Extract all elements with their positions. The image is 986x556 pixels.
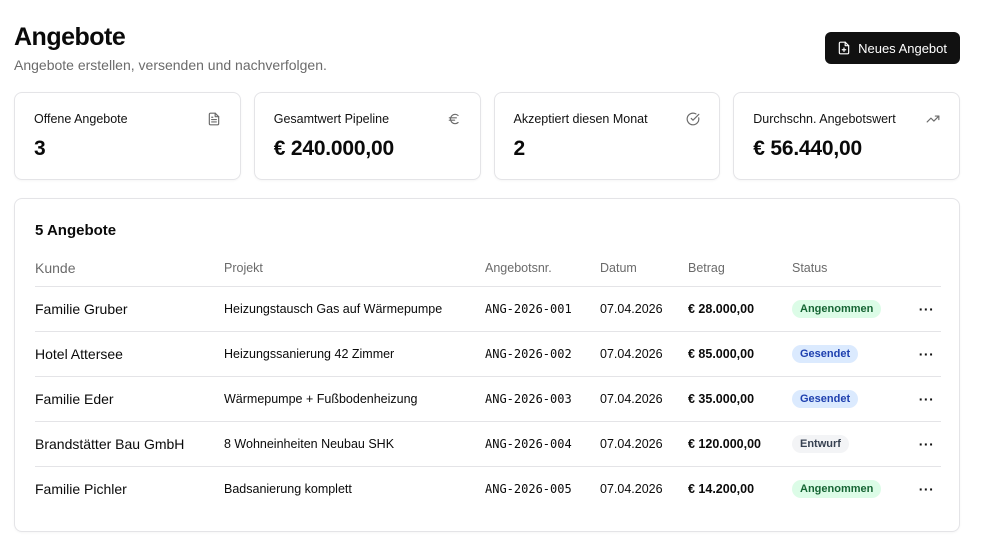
trending-up-icon	[926, 112, 940, 126]
cell-status: Gesendet	[792, 376, 912, 422]
new-offer-button-label: Neues Angebot	[858, 40, 947, 56]
table-row[interactable]: Brandstätter Bau GmbH 8 Wohneinheiten Ne…	[35, 421, 941, 467]
cell-angebotsnr: ANG-2026-003	[485, 376, 600, 422]
stat-value: € 240.000,00	[273, 137, 394, 160]
status-badge: Angenommen	[792, 479, 882, 498]
cell-betrag: € 35.000,00	[688, 376, 792, 422]
column-header-projekt: Projekt	[224, 251, 485, 287]
page-subtitle: Angebote erstellen, versenden und nachve…	[14, 57, 327, 73]
column-header-actions	[912, 251, 941, 287]
cell-angebotsnr: ANG-2026-005	[485, 481, 572, 496]
status-badge: Angenommen	[792, 299, 882, 318]
stat-card-average-value: Durchschn. Angebotswert € 56.440,00	[733, 92, 960, 180]
stats-row: Offene Angebote 3 Gesamtwert Pipeline € …	[14, 92, 960, 180]
cell-betrag: € 28.000,00	[688, 286, 792, 332]
status-badge: Gesendet	[792, 389, 859, 408]
stat-card-accepted-month: Akzeptiert diesen Monat 2	[493, 92, 721, 180]
cell-kunde: Familie Eder	[35, 376, 224, 422]
more-actions-icon[interactable]: ···	[915, 481, 939, 497]
cell-kunde: Brandstätter Bau GmbH	[35, 421, 224, 467]
stat-value: € 56.440,00	[753, 137, 862, 160]
column-header-datum: Datum	[600, 251, 688, 287]
cell-kunde: Familie Gruber	[35, 286, 224, 332]
cell-angebotsnr: ANG-2026-001	[485, 286, 600, 332]
cell-projekt: Heizungssanierung 42 Zimmer	[224, 331, 485, 377]
table-title: 5 Angebote	[35, 222, 117, 239]
cell-projekt: Wärmepumpe + Fußbodenheizung	[224, 376, 485, 422]
cell-actions: ···	[912, 331, 941, 377]
document-icon	[207, 112, 221, 126]
table-row[interactable]: Familie Eder Wärmepumpe + Fußbodenheizun…	[35, 376, 941, 422]
cell-betrag: € 14.200,00	[688, 481, 755, 496]
column-header-kunde: Kunde	[35, 251, 224, 287]
cell-datum: 07.04.2026	[600, 376, 688, 422]
stat-label: Durchschn. Angebotswert	[753, 112, 896, 126]
cell-actions: ···	[912, 421, 941, 467]
file-plus-icon	[838, 41, 850, 55]
cell-status: Entwurf	[792, 421, 912, 467]
table-header-row: Kunde Projekt Angebotsnr. Datum Betrag S…	[35, 251, 941, 287]
table-row[interactable]: Familie Pichler Badsanierung komplett AN…	[35, 466, 941, 511]
offers-table-card: 5 Angebote Kunde Projekt Angebotsnr. Dat…	[14, 198, 960, 532]
stat-label: Akzeptiert diesen Monat	[513, 112, 648, 126]
cell-status: Angenommen	[792, 466, 912, 511]
more-actions-icon[interactable]: ···	[915, 346, 939, 362]
column-header-betrag: Betrag	[688, 251, 792, 287]
new-offer-button[interactable]: Neues Angebot	[825, 32, 960, 64]
cell-projekt: Heizungstausch Gas auf Wärmepumpe	[224, 286, 485, 332]
cell-projekt: Badsanierung komplett	[224, 481, 352, 496]
cell-actions: ···	[912, 286, 941, 332]
table-row[interactable]: Hotel Attersee Heizungssanierung 42 Zimm…	[35, 331, 941, 377]
column-header-angebotsnr: Angebotsnr.	[485, 251, 600, 287]
cell-projekt: 8 Wohneinheiten Neubau SHK	[224, 421, 485, 467]
cell-datum: 07.04.2026	[600, 286, 688, 332]
status-badge: Entwurf	[792, 434, 849, 453]
stat-label: Gesamtwert Pipeline	[273, 112, 390, 126]
status-badge: Gesendet	[792, 344, 859, 363]
cell-angebotsnr: ANG-2026-002	[485, 331, 600, 377]
more-actions-icon[interactable]: ···	[915, 436, 939, 452]
cell-angebotsnr: ANG-2026-004	[485, 421, 600, 467]
offers-table: Kunde Projekt Angebotsnr. Datum Betrag S…	[35, 251, 941, 511]
cell-datum: 07.04.2026	[600, 481, 663, 496]
more-actions-icon[interactable]: ···	[915, 391, 939, 407]
cell-actions: ···	[912, 376, 941, 422]
more-actions-icon[interactable]: ···	[915, 301, 939, 317]
cell-betrag: € 85.000,00	[688, 331, 792, 377]
cell-kunde: Familie Pichler	[35, 480, 127, 497]
cell-status: Gesendet	[792, 331, 912, 377]
cell-actions: ···	[912, 466, 941, 511]
stat-value: 2	[513, 137, 526, 160]
stat-label: Offene Angebote	[34, 112, 128, 126]
cell-datum: 07.04.2026	[600, 331, 688, 377]
check-circle-icon	[686, 112, 700, 126]
cell-betrag: € 120.000,00	[688, 421, 792, 467]
stat-card-open-offers: Offene Angebote 3	[14, 92, 241, 180]
page-title: Angebote	[14, 23, 126, 51]
cell-kunde: Hotel Attersee	[35, 331, 224, 377]
page-header: Angebote Angebote erstellen, versenden u…	[14, 22, 960, 82]
cell-status: Angenommen	[792, 286, 912, 332]
stat-value: 3	[34, 137, 46, 160]
stat-card-pipeline-value: Gesamtwert Pipeline € 240.000,00	[253, 92, 481, 180]
euro-icon	[447, 112, 461, 126]
table-row[interactable]: Familie Gruber Heizungstausch Gas auf Wä…	[35, 286, 941, 332]
cell-datum: 07.04.2026	[600, 421, 688, 467]
column-header-status: Status	[792, 251, 912, 287]
